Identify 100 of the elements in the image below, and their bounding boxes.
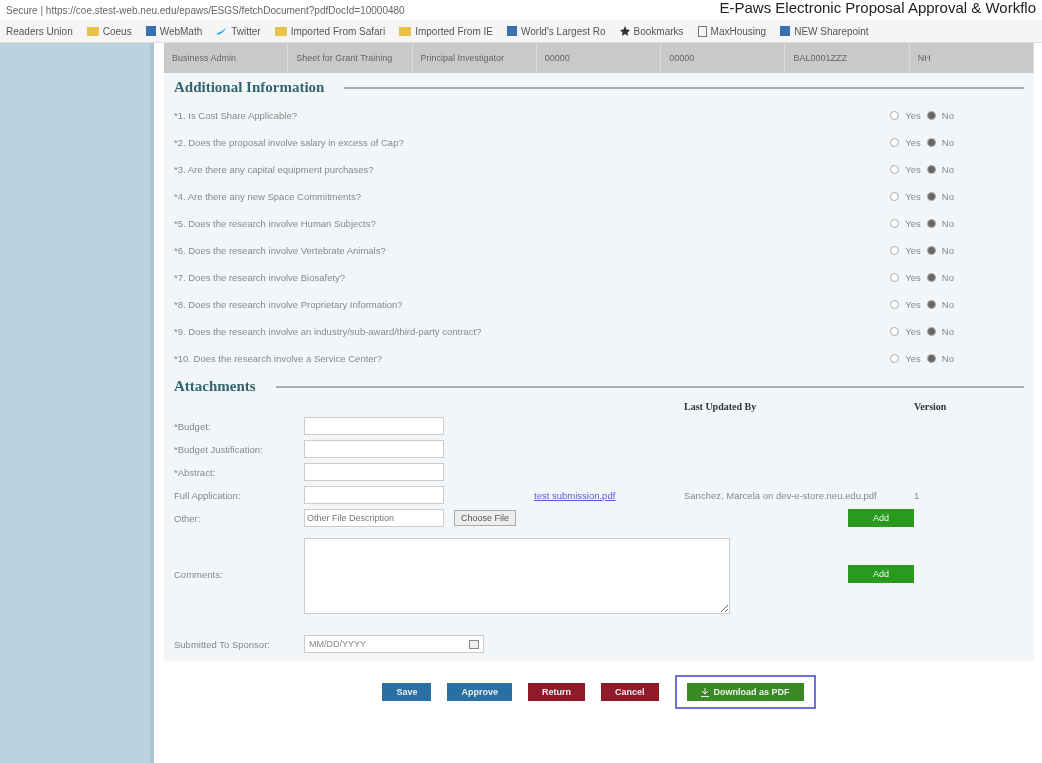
calendar-icon[interactable] <box>469 639 479 649</box>
bookmark-link[interactable]: MaxHousing <box>697 25 767 37</box>
action-button[interactable]: Download as PDF <box>686 683 804 701</box>
question-text: *2. Does the proposal involve salary in excess of Cap? <box>174 137 404 148</box>
date-field[interactable]: MM/DD/YYYY <box>304 635 484 653</box>
field-label: Submitted To Sponsor: <box>174 638 271 650</box>
bookmark-link[interactable]: Twitter <box>216 25 261 37</box>
radio-label: Yes <box>905 299 921 310</box>
bookmark-link[interactable]: WebMath <box>145 25 203 37</box>
file-field[interactable] <box>304 486 444 504</box>
file-field[interactable] <box>304 463 444 481</box>
yes-radio[interactable] <box>890 273 900 282</box>
no-radio[interactable] <box>926 300 936 309</box>
folder-icon <box>399 26 412 36</box>
no-radio[interactable] <box>926 354 936 363</box>
column-header: Version <box>914 401 948 412</box>
yes-radio[interactable] <box>890 138 900 147</box>
folder-icon <box>86 26 99 36</box>
radio-label: No <box>941 164 954 175</box>
bookmark-link[interactable]: Coeus <box>86 25 132 37</box>
question-text: *1. Is Cost Share Applicable? <box>174 110 298 121</box>
bird-icon <box>216 26 228 36</box>
question-text: *4. Are there any new Space Commitments? <box>174 191 361 202</box>
comments-field[interactable] <box>304 538 730 614</box>
folder-icon <box>274 26 287 36</box>
site-icon <box>507 26 517 36</box>
file-field[interactable] <box>304 440 444 458</box>
radio-label: Yes <box>905 191 921 202</box>
download-icon <box>700 687 709 697</box>
radio-label: No <box>941 218 954 229</box>
no-radio[interactable] <box>926 111 936 120</box>
yes-radio[interactable] <box>890 165 900 174</box>
question-text: *5. Does the research involve Human Subjects? <box>174 218 376 229</box>
radio-label: Yes <box>905 137 921 148</box>
site-icon <box>145 26 156 36</box>
field-label: Full Application: <box>174 489 242 501</box>
version-text: 1 <box>914 489 921 501</box>
site-icon <box>780 26 791 36</box>
updated-by-text: Sanchez, Marcela on dev-e-store.neu.edu.pdf <box>684 489 878 501</box>
field-label: *Abstract: <box>174 466 217 478</box>
radio-label: No <box>941 299 954 310</box>
yes-radio[interactable] <box>890 111 900 120</box>
radio-label: No <box>941 272 954 283</box>
radio-label: Yes <box>905 245 921 256</box>
yes-radio[interactable] <box>890 300 900 309</box>
bookmark-link[interactable]: Imported From Safari <box>274 25 386 37</box>
field-label: Comments: <box>174 568 224 580</box>
yes-radio[interactable] <box>890 219 900 228</box>
radio-label: No <box>941 137 954 148</box>
no-radio[interactable] <box>926 138 936 147</box>
star-icon <box>619 26 630 36</box>
no-radio[interactable] <box>926 273 936 282</box>
bookmark-link[interactable]: NEW Sharepoint <box>780 25 869 37</box>
radio-label: No <box>941 245 954 256</box>
radio-label: Yes <box>905 353 921 364</box>
question-text: *6. Does the research involve Vertebrate Animals? <box>174 245 386 256</box>
radio-label: Yes <box>905 164 921 175</box>
yes-radio[interactable] <box>890 192 900 201</box>
no-radio[interactable] <box>926 192 936 201</box>
radio-label: Yes <box>905 218 921 229</box>
yes-radio[interactable] <box>890 354 900 363</box>
radio-label: Yes <box>905 110 921 121</box>
question-text: *8. Does the research involve Proprietary Information? <box>174 299 403 310</box>
radio-label: No <box>941 353 954 364</box>
bookmark-link[interactable]: Readers Union <box>6 25 73 37</box>
no-radio[interactable] <box>926 165 936 174</box>
question-text: *7. Does the research involve Biosafety? <box>174 272 346 283</box>
radio-label: No <box>941 110 954 121</box>
bookmark-link[interactable]: World's Largest Ro <box>507 25 606 37</box>
radio-label: No <box>941 326 954 337</box>
yes-radio[interactable] <box>890 327 900 336</box>
question-text: *3. Are there any capital equipment purchases? <box>174 164 374 175</box>
page-title: E-Paws Electronic Proposal Approval & Workflo <box>719 0 1036 16</box>
address-bar[interactable]: Secure | https://coe.stest-web.neu.edu/epaws/ESGS/fetchDocument?pdfDocId=10000480 <box>6 4 405 16</box>
action-button[interactable]: Return <box>528 683 585 701</box>
radio-label: Yes <box>905 272 921 283</box>
no-radio[interactable] <box>926 246 936 255</box>
field-label: *Budget Justification: <box>174 443 264 455</box>
action-button[interactable]: Approve <box>447 683 512 701</box>
radio-label: No <box>941 191 954 202</box>
bookmark-link[interactable]: Imported From IE <box>399 25 493 37</box>
bookmark-link[interactable]: Bookmarks <box>619 25 684 37</box>
field-label: Other: <box>174 512 202 524</box>
question-text: *10. Does the research involve a Service Center? <box>174 353 383 364</box>
file-link[interactable]: test submission.pdf <box>534 489 684 501</box>
question-text: *9. Does the research involve an industry/sub-award/third-party contract? <box>174 326 482 337</box>
choose-file-button[interactable]: Choose File <box>454 510 517 526</box>
page-icon <box>697 25 707 37</box>
no-radio[interactable] <box>926 327 936 336</box>
no-radio[interactable] <box>926 219 936 228</box>
radio-label: Yes <box>905 326 921 337</box>
section-heading: Additional Information <box>174 79 325 96</box>
file-field[interactable]: Other File Description <box>304 509 444 527</box>
field-label: *Budget: <box>174 420 212 432</box>
action-button[interactable]: Save <box>382 683 432 701</box>
section-heading: Attachments <box>174 378 256 395</box>
file-field[interactable] <box>304 417 444 435</box>
yes-radio[interactable] <box>890 246 900 255</box>
column-header: Last Updated By <box>684 401 758 412</box>
action-button[interactable]: Cancel <box>601 683 659 701</box>
